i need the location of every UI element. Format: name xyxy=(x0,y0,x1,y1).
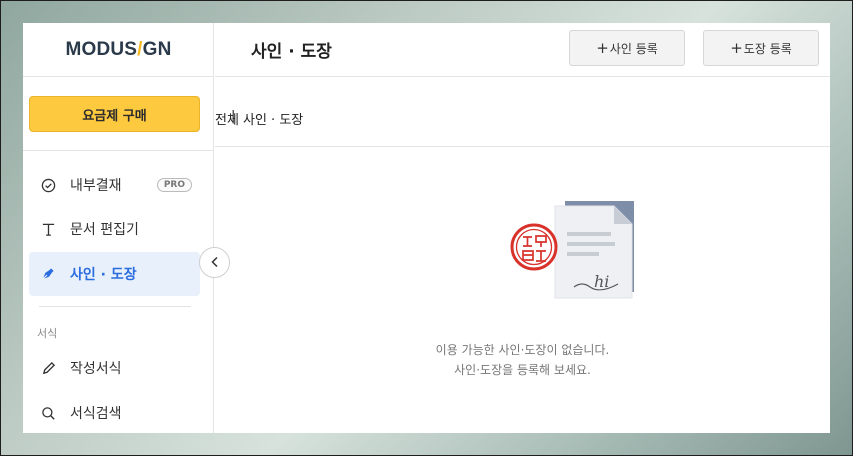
search-icon xyxy=(39,404,57,422)
plus-icon: + xyxy=(730,39,743,57)
chevron-left-icon xyxy=(209,253,221,272)
empty-state-illustration: hi xyxy=(510,199,636,303)
tab-separator: | xyxy=(231,109,236,124)
sidebar-item-sign-stamp[interactable]: 사인 · 도장 xyxy=(29,252,200,296)
sidebar-item-label: 내부결재 xyxy=(70,178,122,194)
sidebar-collapse-button[interactable] xyxy=(199,247,230,278)
page-title: 사인 · 도장 xyxy=(251,42,332,62)
sidebar-item-label: 문서 편집기 xyxy=(70,222,139,238)
empty-state-hint: 사인·도장을 등록해 보세요. xyxy=(454,363,591,377)
empty-state-message: 이용 가능한 사인·도장이 없습니다. xyxy=(435,343,610,357)
sidebar-item-editor[interactable]: 문서 편집기 xyxy=(29,207,200,251)
tab-sign-stamp[interactable]: 사인 · 도장 xyxy=(243,109,303,128)
modusign-logo[interactable]: MODUS/GN xyxy=(65,39,171,61)
pencil-icon xyxy=(39,359,57,377)
buy-plan-area: 요금제 구매 xyxy=(23,77,214,151)
sidebar: MODUS/GN 요금제 구매 내부결재 PRO 문서 편집기 사인 · 도장 xyxy=(23,23,214,433)
sidebar-item-approval[interactable]: 내부결재 PRO xyxy=(29,163,200,207)
buy-plan-button[interactable]: 요금제 구매 xyxy=(29,96,200,132)
pro-badge: PRO xyxy=(156,178,192,192)
check-circle-icon xyxy=(39,176,57,194)
filter-tabs: 전체 | 사인 · 도장 xyxy=(215,77,830,147)
sidebar-item-label: 서식검색 xyxy=(70,406,122,422)
add-sign-button[interactable]: + 사인 등록 xyxy=(569,30,685,66)
sidebar-item-search-forms[interactable]: 서식검색 xyxy=(29,391,200,433)
sidebar-item-label: 작성서식 xyxy=(70,361,122,377)
pen-icon xyxy=(39,265,57,283)
text-icon xyxy=(39,220,57,238)
plus-icon: + xyxy=(596,39,609,57)
page-header: 사인 · 도장 + 사인 등록 + 도장 등록 xyxy=(215,23,830,77)
app-window: MODUS/GN 요금제 구매 내부결재 PRO 문서 편집기 사인 · 도장 xyxy=(23,23,830,433)
section-label-forms: 서식 xyxy=(37,327,58,340)
add-stamp-button[interactable]: + 도장 등록 xyxy=(703,30,819,66)
sidebar-item-label: 사인 · 도장 xyxy=(70,267,137,283)
sidebar-divider xyxy=(39,306,191,307)
sidebar-item-write-forms[interactable]: 작성서식 xyxy=(29,346,200,390)
logo-area: MODUS/GN xyxy=(23,23,214,77)
